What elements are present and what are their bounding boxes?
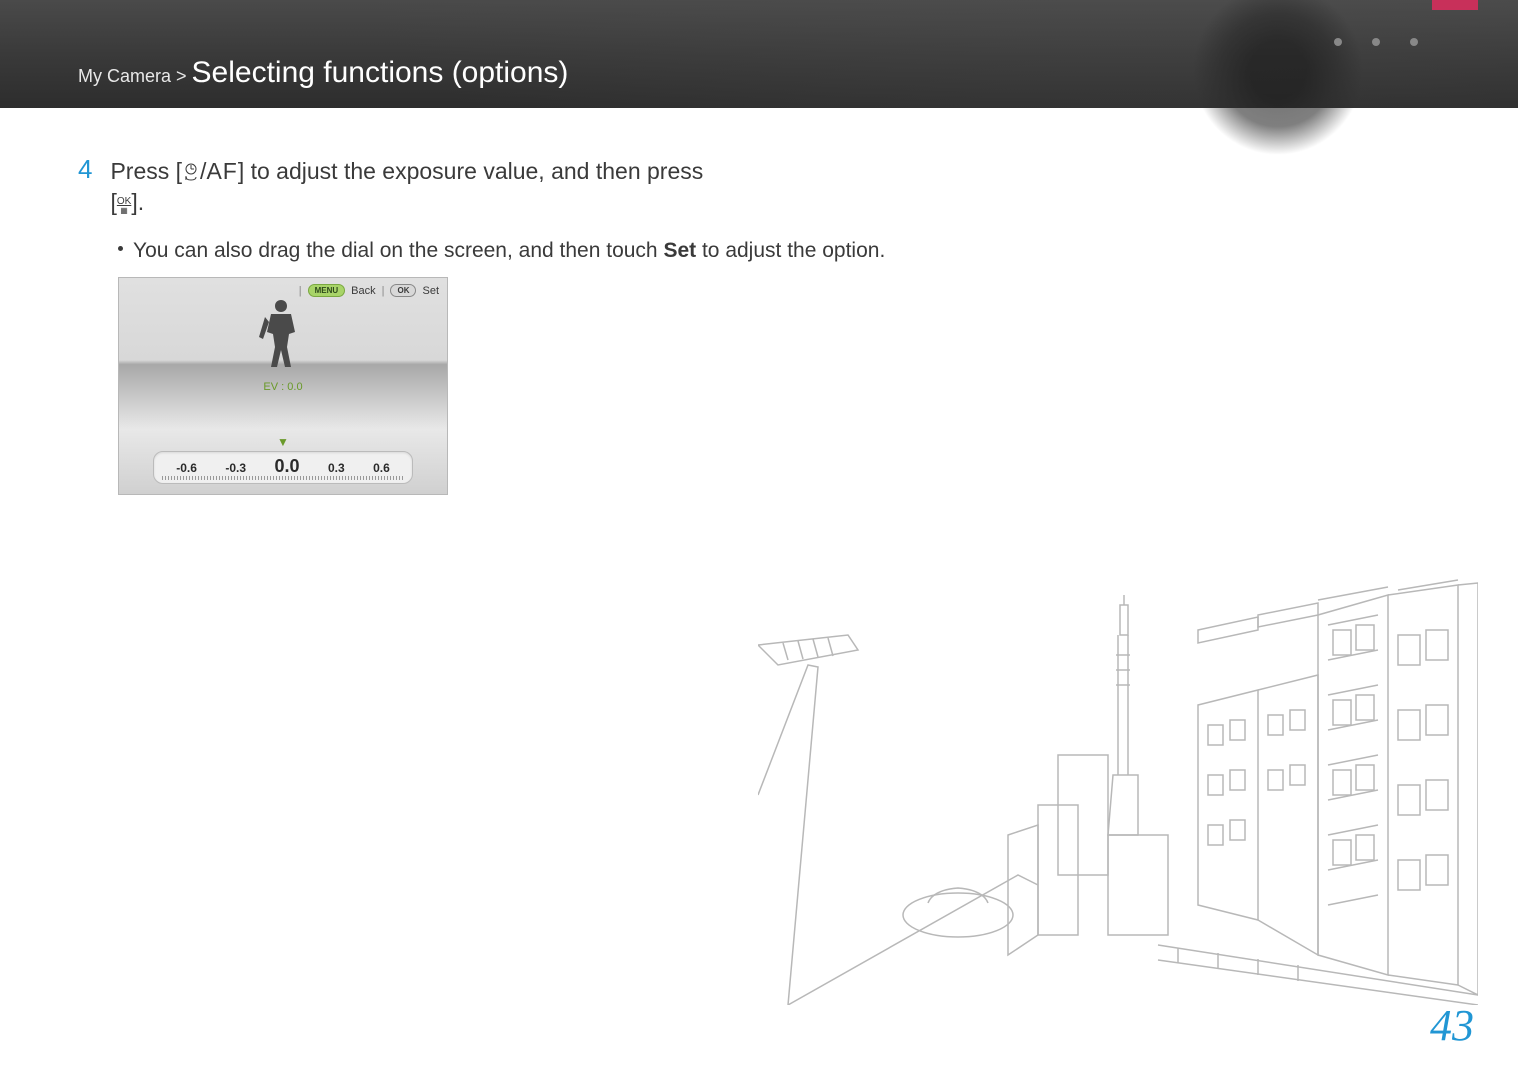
dial-arrow-icon: ▼ xyxy=(153,435,413,449)
step-4: 4 Press [/AF] to adjust the exposure val… xyxy=(78,156,1440,218)
accent-tab xyxy=(1432,0,1478,10)
bullet-dot xyxy=(118,246,123,251)
breadcrumb-sep: > xyxy=(171,66,192,86)
person-silhouette xyxy=(251,292,311,367)
page-number: 43 xyxy=(1430,1000,1474,1051)
set-label: Set xyxy=(422,285,439,297)
set-word: Set xyxy=(663,239,696,262)
page-header: My Camera > Selecting functions (options… xyxy=(0,0,1518,108)
breadcrumb-prefix: My Camera xyxy=(78,66,171,86)
breadcrumb: My Camera > Selecting functions (options… xyxy=(78,56,568,90)
dial-strip[interactable]: -0.6 -0.3 0.0 0.3 0.6 xyxy=(153,451,413,484)
dial-val: -0.6 xyxy=(176,461,197,475)
menu-pill[interactable]: MENU xyxy=(308,284,346,297)
screenshot-topbar: | MENU Back | OK Set xyxy=(299,284,439,297)
ev-label: EV : 0.0 xyxy=(263,381,302,393)
dial-val: -0.3 xyxy=(225,461,246,475)
dial-val-center: 0.0 xyxy=(274,456,299,477)
bullet-text: You can also drag the dial on the screen… xyxy=(133,236,885,265)
header-dots xyxy=(1334,38,1418,46)
step-number: 4 xyxy=(78,156,92,182)
dial-ticks xyxy=(162,476,404,480)
page-title: Selecting functions (options) xyxy=(192,56,569,89)
timer-icon xyxy=(182,162,200,184)
back-label: Back xyxy=(351,285,375,297)
dial-val: 0.3 xyxy=(328,461,345,475)
city-illustration xyxy=(758,575,1478,1005)
dial-val: 0.6 xyxy=(373,461,390,475)
dial-container[interactable]: ▼ -0.6 -0.3 0.0 0.3 0.6 xyxy=(153,435,413,484)
ok-icon: OK▦ xyxy=(117,197,131,215)
af-label: AF xyxy=(206,158,237,184)
camera-screenshot: | MENU Back | OK Set EV : 0.0 ▼ -0.6 -0.… xyxy=(118,277,448,495)
ok-pill[interactable]: OK xyxy=(390,284,416,297)
bullet-note: You can also drag the dial on the screen… xyxy=(118,236,1440,265)
step-text: Press [/AF] to adjust the exposure value… xyxy=(110,156,703,218)
